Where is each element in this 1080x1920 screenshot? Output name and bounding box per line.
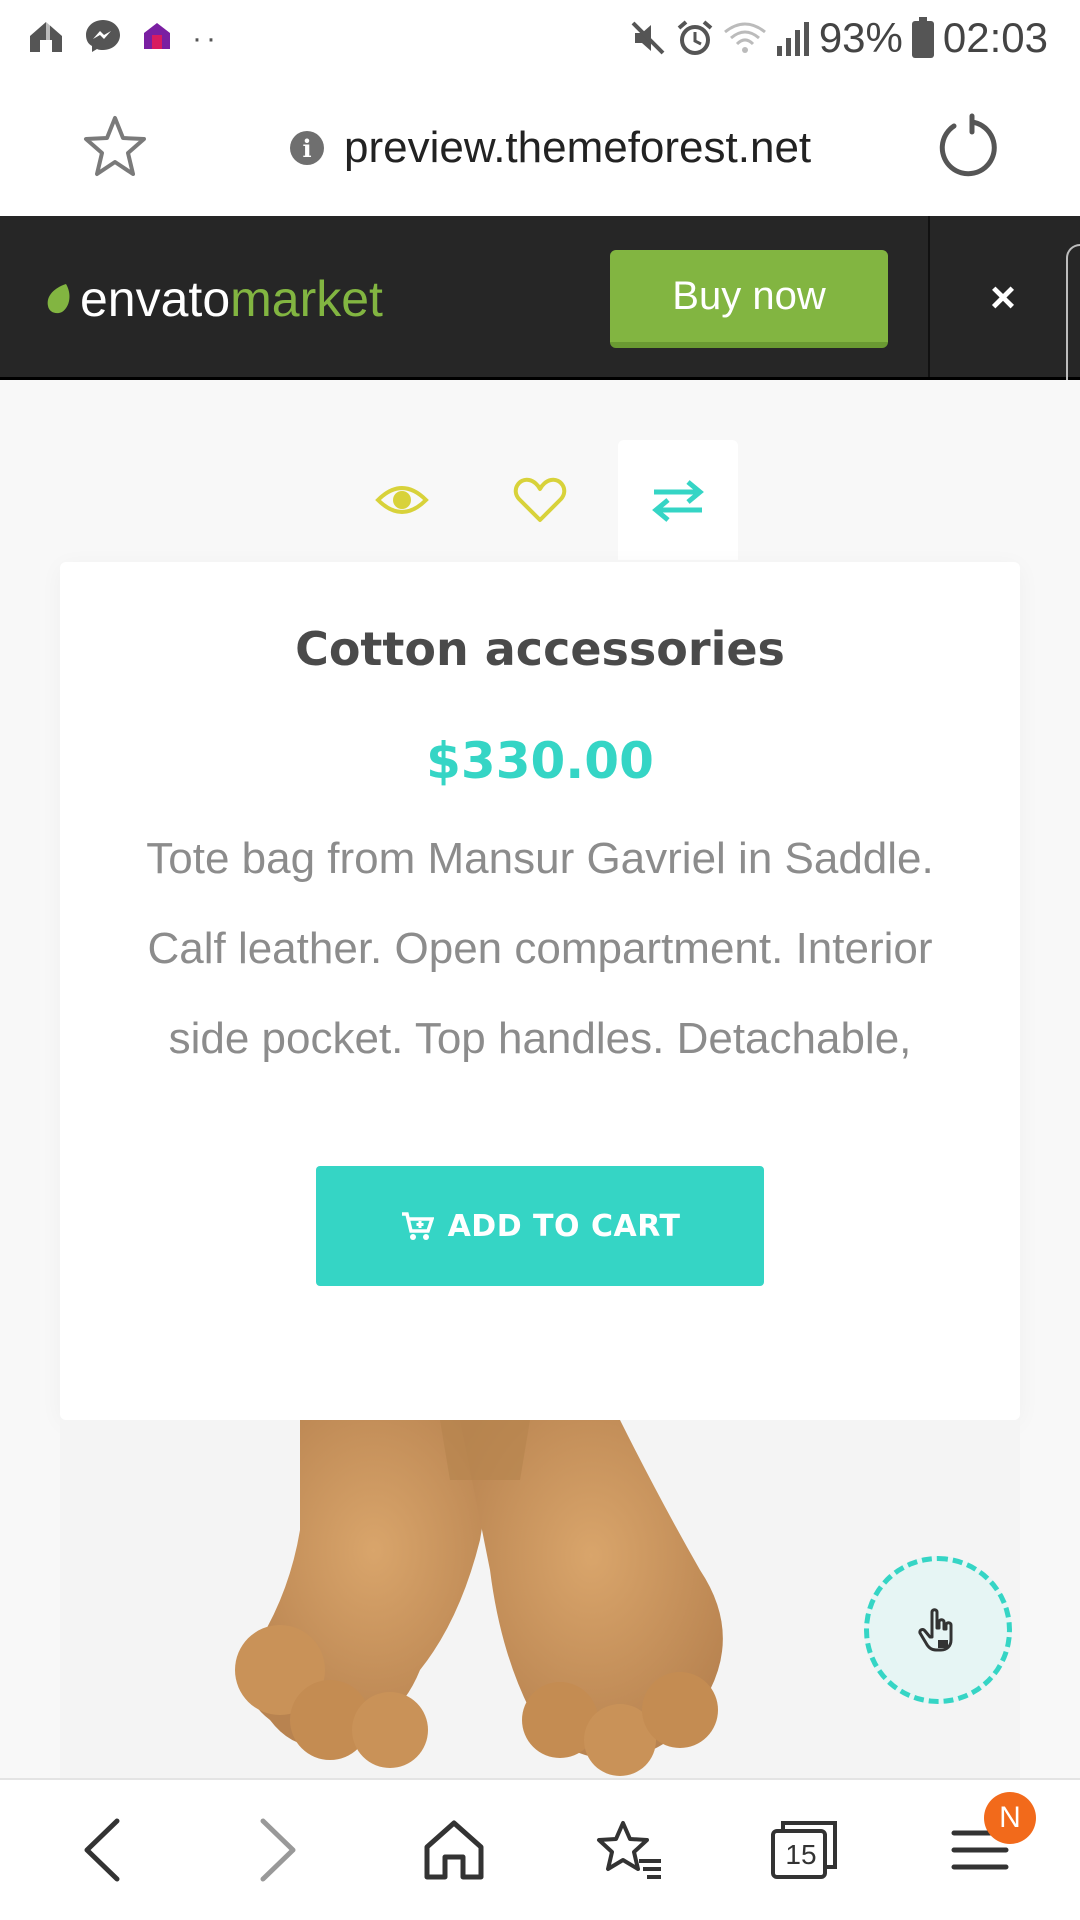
product-content: Cotton accessories $330.00 Tote bag from…	[0, 380, 1080, 1778]
hand-pointer-icon	[918, 1608, 953, 1652]
star-icon	[84, 116, 146, 176]
signal-icon	[775, 18, 811, 58]
address-field[interactable]: i preview.themeforest.net	[290, 118, 811, 178]
gesture-assist-button[interactable]	[864, 1556, 1012, 1704]
divider	[928, 216, 930, 377]
bookmark-star-button[interactable]	[80, 112, 150, 182]
status-bar: ·· 93% 02:03	[0, 0, 1080, 76]
chevron-right-icon	[260, 1818, 296, 1882]
bookmarks-button[interactable]	[590, 1810, 670, 1890]
system-status: 93% 02:03	[629, 10, 1048, 66]
leaf-icon	[47, 284, 70, 314]
product-price: $330.00	[426, 732, 654, 790]
logo-envato-text: envato	[80, 271, 231, 327]
envato-market-logo[interactable]: envato market	[44, 270, 383, 328]
add-to-cart-button[interactable]: ADD TO CART	[316, 1166, 764, 1286]
chevron-left-icon	[84, 1818, 120, 1882]
product-card: Cotton accessories $330.00 Tote bag from…	[60, 562, 1020, 1420]
close-banner-button[interactable]: ×	[975, 270, 1031, 326]
buy-now-button[interactable]: Buy now	[610, 250, 888, 348]
browser-bottom-nav: 15 N	[0, 1778, 1080, 1920]
cart-icon	[401, 1212, 434, 1240]
home-button[interactable]	[414, 1810, 494, 1890]
more-notifications-icon: ··	[192, 21, 220, 55]
store-app-icon	[140, 19, 174, 58]
star-list-icon	[597, 1821, 661, 1879]
logo-market-text: market	[230, 271, 383, 327]
menu-button[interactable]: N	[940, 1792, 1036, 1890]
tabs-button[interactable]: 15	[764, 1810, 844, 1890]
clock: 02:03	[942, 14, 1048, 61]
url-text: preview.themeforest.net	[344, 123, 812, 172]
product-description: Tote bag from Mansur Gavriel in Saddle. …	[146, 834, 934, 1063]
product-action-icons	[0, 440, 1080, 560]
messenger-icon	[84, 17, 122, 60]
add-to-cart-label: ADD TO CART	[447, 1208, 681, 1244]
tab-count: 15	[785, 1839, 817, 1870]
wishlist-button[interactable]	[480, 440, 600, 560]
reload-button[interactable]	[932, 112, 1002, 182]
browser-url-bar: i preview.themeforest.net	[0, 76, 1080, 216]
forward-button[interactable]	[238, 1810, 318, 1890]
notification-icons: ··	[26, 16, 220, 61]
home-app-icon	[26, 16, 66, 61]
battery-percentage: 93%	[818, 14, 903, 61]
alarm-icon	[675, 18, 715, 58]
info-icon[interactable]: i	[290, 131, 324, 165]
mute-icon	[629, 19, 667, 57]
eye-icon	[375, 486, 429, 514]
product-title[interactable]: Cotton accessories	[60, 622, 1020, 676]
back-button[interactable]	[62, 1810, 142, 1890]
wifi-icon	[723, 18, 767, 58]
battery-icon	[911, 17, 935, 59]
home-icon	[424, 1820, 484, 1880]
heart-icon	[513, 477, 567, 522]
menu-notification-badge: N	[984, 1792, 1036, 1844]
compare-button[interactable]	[618, 440, 738, 560]
envato-banner: envato market Buy now ×	[0, 216, 1080, 380]
reload-icon	[939, 113, 997, 177]
quick-view-button[interactable]	[342, 440, 462, 560]
compare-arrows-icon	[652, 480, 704, 522]
